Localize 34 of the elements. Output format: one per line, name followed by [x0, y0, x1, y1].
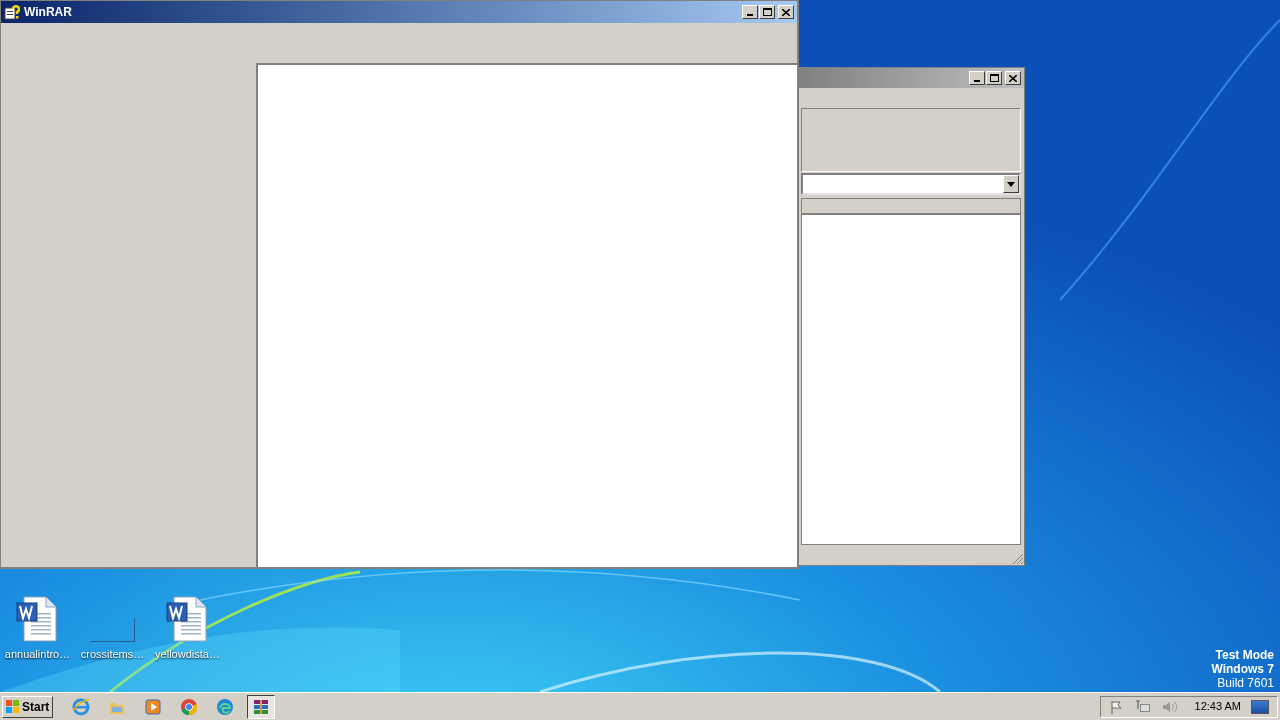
maximize-button[interactable] — [986, 71, 1002, 85]
window-title: WinRAR — [24, 4, 73, 21]
chrome-icon — [180, 697, 199, 716]
close-icon — [782, 8, 790, 16]
os-notice-text: Windows 7 — [1211, 662, 1274, 676]
dropdown[interactable] — [801, 173, 1021, 195]
icon-label[interactable]: crossitems… — [80, 646, 145, 663]
close-icon — [1009, 74, 1017, 82]
minimize-icon — [747, 14, 753, 16]
icon-label[interactable]: yellowdista… — [155, 646, 220, 663]
clock[interactable]: 12:43 AM — [1194, 698, 1241, 715]
app-icon — [4, 4, 20, 20]
maximize-icon — [989, 74, 999, 82]
edge-icon — [216, 697, 235, 716]
start-button[interactable]: Start — [2, 695, 54, 718]
minimize-button[interactable] — [742, 5, 758, 19]
minimize-button[interactable] — [969, 71, 985, 85]
os-notice-text: Build 7601 — [1217, 676, 1274, 690]
show-desktop-icon[interactable] — [1251, 699, 1269, 714]
maximize-button[interactable] — [759, 5, 775, 19]
taskbar-app-button[interactable] — [247, 694, 276, 719]
archive-icon — [252, 697, 271, 716]
caret-shape — [1007, 181, 1015, 187]
maximize-icon — [762, 8, 772, 16]
shortcut-outline-icon — [90, 618, 135, 642]
close-button[interactable] — [778, 5, 794, 19]
os-notice-text: Test Mode — [1215, 648, 1274, 662]
icon-label[interactable]: annualintro… — [4, 646, 71, 663]
close-button[interactable] — [1005, 71, 1021, 85]
windows-logo-icon — [6, 699, 20, 714]
network-icon[interactable] — [1134, 698, 1151, 715]
play-icon — [144, 697, 163, 716]
globe-e-icon — [72, 697, 91, 716]
minimize-icon — [974, 80, 980, 82]
